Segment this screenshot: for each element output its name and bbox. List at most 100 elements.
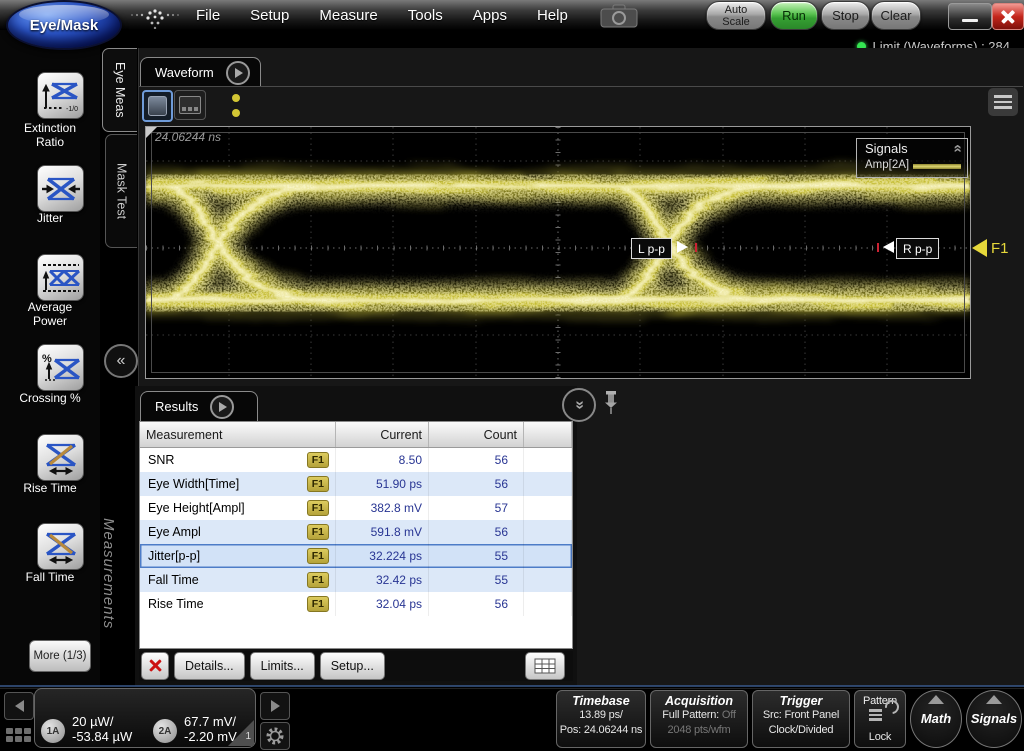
- multi-pane-layout-button[interactable]: [174, 90, 206, 120]
- channel-2a-badge[interactable]: 2A: [153, 719, 177, 743]
- average-power-button[interactable]: [37, 254, 84, 301]
- setup-button[interactable]: Setup...: [319, 652, 385, 680]
- col-current[interactable]: Current: [336, 422, 429, 447]
- expand-up-icon: [986, 695, 1002, 704]
- sidebar-collapse-button[interactable]: «: [104, 344, 138, 378]
- math-button[interactable]: Math: [910, 690, 962, 748]
- channel-settings-button[interactable]: [260, 722, 290, 750]
- stop-button[interactable]: Stop: [821, 1, 870, 30]
- single-pane-layout-button[interactable]: [142, 90, 173, 122]
- spreadsheet-icon: [534, 658, 556, 674]
- results-collapse-button[interactable]: »: [562, 388, 596, 422]
- pane-indicator-dot-1[interactable]: [232, 94, 240, 102]
- run-label: Run: [782, 8, 806, 23]
- col-count[interactable]: Count: [429, 422, 524, 447]
- rise-time-button[interactable]: [37, 434, 84, 481]
- table-row[interactable]: Eye Width[Time] F1 51.90 ps 56: [140, 472, 572, 496]
- f1-function-marker[interactable]: F1: [972, 239, 1009, 257]
- signals-legend[interactable]: Signals » Amp[2A]: [856, 138, 968, 178]
- eye-diagram-plot[interactable]: 24.06244 ns Signals » Amp[2A] L p-p R p-…: [145, 126, 971, 379]
- source-badge: F1: [306, 572, 329, 588]
- pane-indicator-dot-2[interactable]: [232, 109, 240, 117]
- table-row[interactable]: Eye Height[Ampl] F1 382.8 mV 57: [140, 496, 572, 520]
- menu-apps[interactable]: Apps: [473, 7, 507, 24]
- chevron-down-icon: »: [571, 400, 588, 410]
- acquisition-panel[interactable]: Acquisition Full Pattern: Off 2048 pts/w…: [650, 690, 748, 748]
- table-row[interactable]: SNR F1 8.50 56: [140, 448, 572, 472]
- agilent-spark-icon: [131, 9, 179, 29]
- tab-waveform[interactable]: Waveform: [140, 57, 261, 87]
- timebase-title: Timebase: [572, 694, 630, 708]
- tab-results[interactable]: Results: [140, 391, 258, 421]
- source-badge: F1: [306, 500, 329, 516]
- menu-measure[interactable]: Measure: [319, 7, 377, 24]
- results-tab-menu-icon[interactable]: [210, 394, 235, 419]
- panel-bottom-rule: [0, 685, 1024, 687]
- close-button[interactable]: [992, 3, 1024, 30]
- signals-button[interactable]: Signals: [966, 690, 1022, 748]
- delete-measurement-button[interactable]: [141, 652, 169, 680]
- jitter-eye-icon: [41, 177, 80, 200]
- channel-grid-icon[interactable]: [6, 728, 32, 746]
- tab-eye-meas[interactable]: Eye Meas: [102, 48, 137, 132]
- signals-label: Signals: [970, 711, 1018, 726]
- menu-file[interactable]: File: [196, 7, 220, 24]
- minimize-button[interactable]: [948, 3, 992, 30]
- svg-text:-1/0: -1/0: [66, 106, 78, 113]
- details-button[interactable]: Details...: [174, 652, 245, 680]
- acquisition-title: Acquisition: [664, 694, 734, 708]
- f1-marker-label: F1: [991, 239, 1009, 257]
- menu-tools[interactable]: Tools: [408, 7, 443, 24]
- arrow-left-icon: [14, 700, 24, 712]
- spreadsheet-view-button[interactable]: [525, 652, 565, 680]
- crossing-percent-button[interactable]: %: [37, 344, 84, 391]
- extinction-ratio-button[interactable]: -1/0: [37, 72, 84, 119]
- waveform-menu-button[interactable]: [988, 88, 1018, 116]
- source-badge: F1: [306, 476, 329, 492]
- marker-right-pp[interactable]: R p-p: [896, 238, 940, 259]
- channel-1a-badge[interactable]: 1A: [41, 719, 65, 743]
- more-measurements-button[interactable]: More (1/3): [29, 640, 91, 672]
- legend-trace-swatch: [913, 164, 961, 169]
- math-label: Math: [920, 711, 952, 726]
- acquisition-pattern: Full Pattern: Off: [662, 709, 736, 721]
- table-row[interactable]: Rise Time F1 32.04 ps 56: [140, 592, 572, 616]
- tab-mask-test[interactable]: Mask Test: [105, 134, 137, 248]
- jitter-label: Jitter: [36, 211, 63, 225]
- waveform-tab-menu-icon[interactable]: [225, 60, 250, 85]
- trigger-panel[interactable]: Trigger Src: Front Panel Clock/Divided: [752, 690, 850, 748]
- f1-marker-icon: [972, 239, 987, 257]
- marker-left-pp[interactable]: L p-p: [631, 238, 672, 259]
- channel-scroll-right-button[interactable]: [260, 692, 290, 720]
- flexdca-eye-mask-app: { "titlebar": { "logo": "Eye/Mask", "men…: [0, 0, 1024, 751]
- legend-entry-amp2a: Amp[2A]: [865, 159, 910, 171]
- rise-time-eye-icon: [45, 443, 76, 475]
- table-row-selected[interactable]: Jitter[p-p] F1 32.224 ps 55: [140, 544, 572, 568]
- crossing-percent-eye-icon: %: [42, 353, 80, 381]
- more-label: More (1/3): [33, 650, 87, 662]
- pin-icon[interactable]: [603, 390, 619, 415]
- table-row[interactable]: Eye Ampl F1 591.8 mV 56: [140, 520, 572, 544]
- channel-scroll-left-button[interactable]: [4, 692, 34, 720]
- col-measurement[interactable]: Measurement: [140, 422, 336, 447]
- timebase-panel[interactable]: Timebase 13.89 ps/ Pos: 24.06244 ns: [556, 690, 646, 748]
- eye-mask-mode-button[interactable]: Eye/Mask: [6, 0, 122, 50]
- channel-status-panel[interactable]: 1A 20 µW/-53.84 µW 2A 67.7 mV/-2.20 mV 1: [34, 688, 256, 748]
- menu-setup[interactable]: Setup: [250, 7, 289, 24]
- source-badge: F1: [306, 596, 329, 612]
- table-row[interactable]: Fall Time F1 32.42 ps 55: [140, 568, 572, 592]
- run-button[interactable]: Run: [770, 1, 818, 30]
- auto-scale-button[interactable]: Auto Scale: [706, 1, 766, 30]
- jitter-button[interactable]: [37, 165, 84, 212]
- pattern-lock-panel[interactable]: Pattern Lock: [854, 690, 906, 748]
- results-table-header: Measurement Current Count: [140, 422, 572, 448]
- average-power-label: Average Power: [27, 300, 73, 328]
- limits-button[interactable]: Limits...: [249, 652, 315, 680]
- menu-help[interactable]: Help: [537, 7, 568, 24]
- clear-button[interactable]: Clear: [871, 1, 921, 30]
- screenshot-camera-icon[interactable]: [600, 4, 638, 28]
- legend-title: Signals: [865, 141, 908, 156]
- fall-time-button[interactable]: [37, 523, 84, 570]
- legend-collapse-icon[interactable]: »: [948, 144, 965, 152]
- tab-divider: [139, 86, 1023, 87]
